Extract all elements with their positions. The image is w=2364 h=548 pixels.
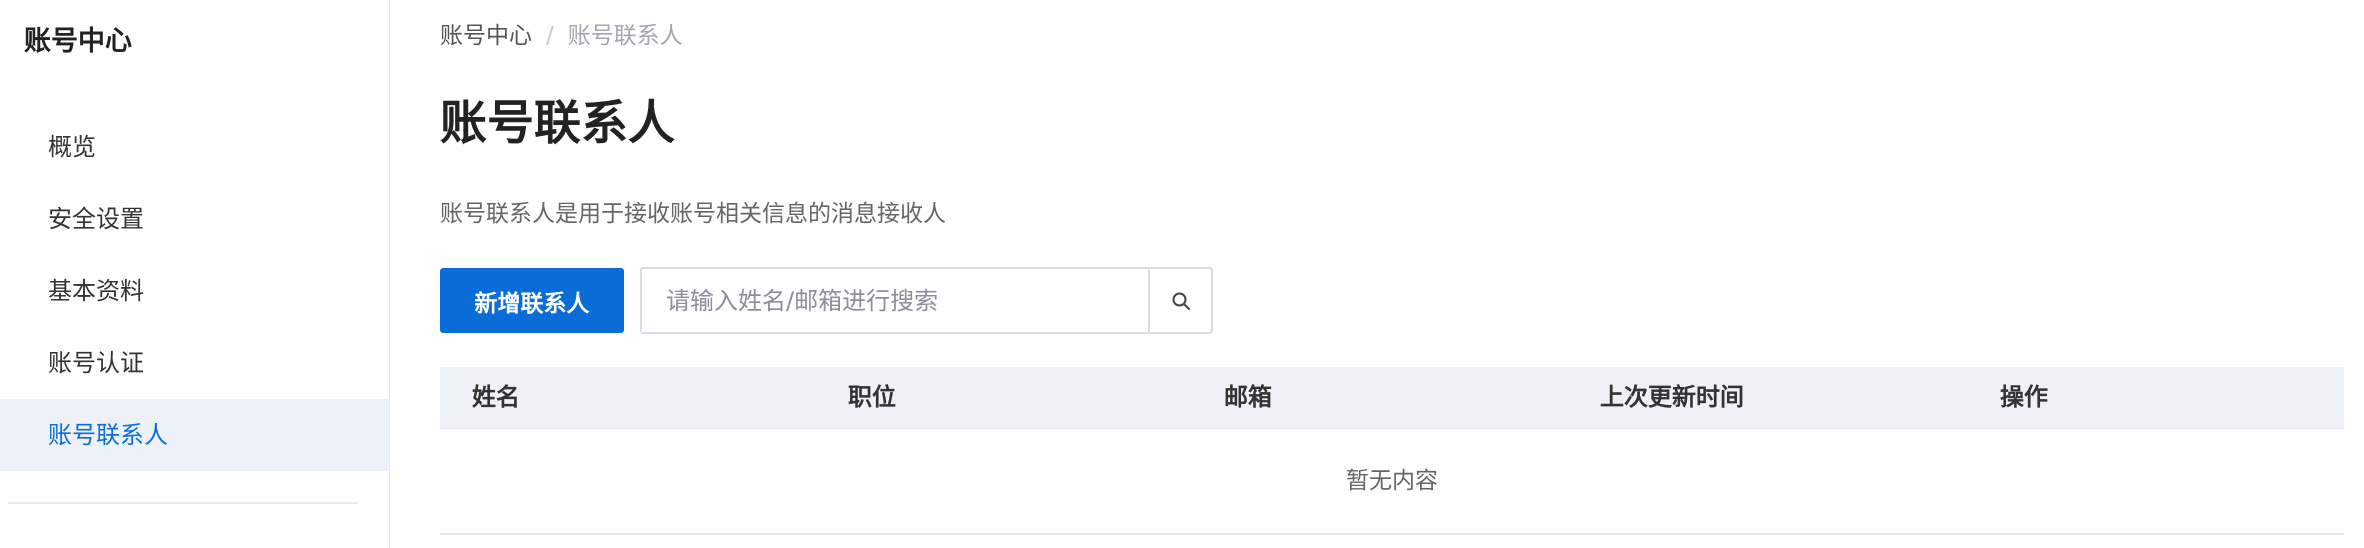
search-input[interactable] <box>642 269 1147 332</box>
column-header-email: 邮箱 <box>1224 383 1272 411</box>
contacts-table: 姓名 职位 邮箱 上次更新时间 操作 暂无内容 <box>440 367 2344 535</box>
search-box <box>640 267 1213 334</box>
add-contact-button[interactable]: 新增联系人 <box>440 268 624 333</box>
breadcrumb: 账号中心 / 账号联系人 <box>440 18 683 54</box>
sidebar-item-account-verification[interactable]: 账号认证 <box>0 327 389 399</box>
sidebar-item-overview[interactable]: 概览 <box>0 111 389 183</box>
sidebar-item-account-contacts[interactable]: 账号联系人 <box>0 399 389 471</box>
sidebar-item-basic-info[interactable]: 基本资料 <box>0 255 389 327</box>
sidebar: 账号中心 概览 安全设置 基本资料 账号认证 账号联系人 <box>0 0 390 548</box>
app-window: 账号中心 概览 安全设置 基本资料 账号认证 账号联系人 账号中心 / 账号联系人 … <box>0 0 2364 548</box>
sidebar-nav: 概览 安全设置 基本资料 账号认证 账号联系人 <box>0 111 389 471</box>
column-header-name: 姓名 <box>472 383 520 411</box>
page-description: 账号联系人是用于接收账号相关信息的消息接收人 <box>440 201 946 227</box>
sidebar-title: 账号中心 <box>24 26 132 57</box>
breadcrumb-separator: / <box>546 23 554 49</box>
page-title: 账号联系人 <box>440 96 675 151</box>
table-empty-text: 暂无内容 <box>1346 468 1438 494</box>
search-button[interactable] <box>1148 269 1211 332</box>
column-header-last-updated: 上次更新时间 <box>1600 383 1744 411</box>
column-header-actions: 操作 <box>2000 383 2048 411</box>
search-icon <box>1172 292 1190 310</box>
breadcrumb-current: 账号联系人 <box>567 23 683 49</box>
table-body: 暂无内容 <box>440 429 2344 535</box>
column-header-position: 职位 <box>848 383 896 411</box>
sidebar-item-security-settings[interactable]: 安全设置 <box>0 183 389 255</box>
breadcrumb-parent-link[interactable]: 账号中心 <box>440 23 532 49</box>
table-header: 姓名 职位 邮箱 上次更新时间 操作 <box>440 367 2344 429</box>
sidebar-divider <box>8 502 358 504</box>
main-content: 账号中心 / 账号联系人 账号联系人 账号联系人是用于接收账号相关信息的消息接收人 … <box>440 0 2344 548</box>
